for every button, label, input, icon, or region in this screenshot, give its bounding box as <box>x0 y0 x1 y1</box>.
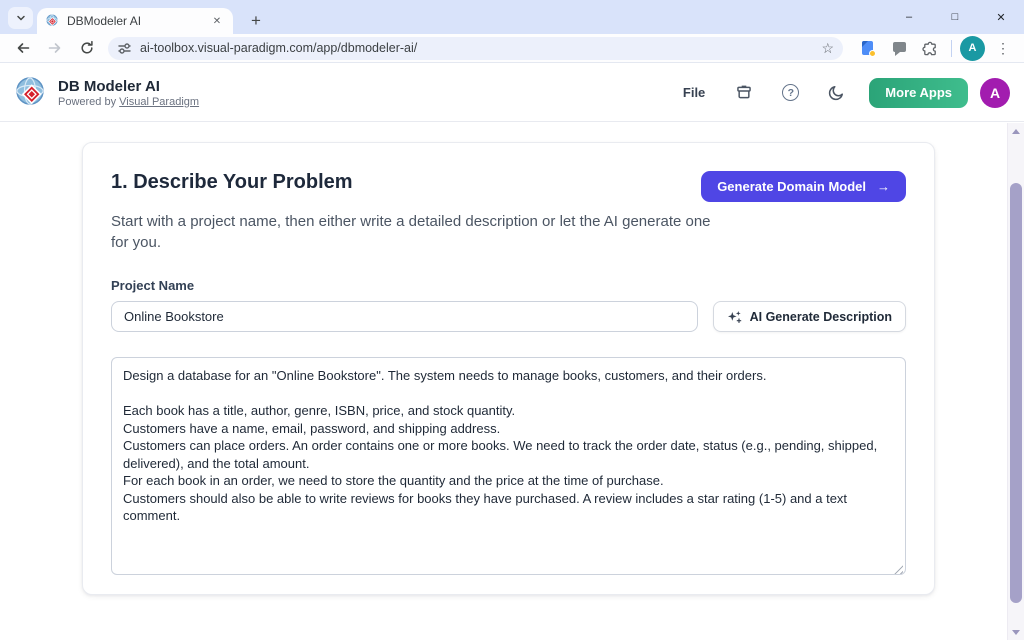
extension-shortcut-button[interactable] <box>855 35 881 61</box>
browser-toolbar: ai-toolbox.visual-paradigm.com/app/dbmod… <box>0 34 1024 63</box>
window-maximize-icon[interactable]: □ <box>932 0 978 34</box>
page-content: 1. Describe Your Problem Generate Domain… <box>0 123 1024 640</box>
chat-bubble-icon <box>893 42 906 55</box>
url-text[interactable]: ai-toolbox.visual-paradigm.com/app/dbmod… <box>140 41 821 55</box>
scrollbar-up-icon <box>1012 129 1020 134</box>
project-description-textarea[interactable]: Design a database for an "Online Booksto… <box>111 357 906 575</box>
window-close-icon[interactable]: ✕ <box>978 0 1024 34</box>
save-project-button[interactable] <box>735 84 753 102</box>
section-subtitle: Start with a project name, then either w… <box>111 211 711 253</box>
user-avatar[interactable]: A <box>980 78 1010 108</box>
tab-close-icon[interactable]: ✕ <box>209 13 225 29</box>
describe-problem-card: 1. Describe Your Problem Generate Domain… <box>82 142 935 595</box>
section-title: 1. Describe Your Problem <box>111 171 353 194</box>
tab-title: DBModeler AI <box>67 14 209 28</box>
forward-arrow-icon <box>47 40 63 56</box>
scrollbar-down-icon <box>1012 630 1020 635</box>
generate-domain-model-button[interactable]: Generate Domain Model → <box>701 171 906 202</box>
window-controls: – □ ✕ <box>886 0 1024 34</box>
chat-extension-button[interactable] <box>886 35 912 61</box>
window-minimize-icon[interactable]: – <box>886 0 932 34</box>
back-arrow-icon <box>15 40 31 56</box>
back-button[interactable] <box>10 35 36 61</box>
app-title-block: DB Modeler AI Powered by Visual Paradigm <box>58 78 199 108</box>
visual-paradigm-link[interactable]: Visual Paradigm <box>119 96 199 108</box>
help-icon: ? <box>782 84 799 101</box>
address-bar[interactable]: ai-toolbox.visual-paradigm.com/app/dbmod… <box>108 37 843 60</box>
scrollbar-up-button[interactable] <box>1008 123 1024 139</box>
archive-box-icon <box>735 84 753 102</box>
powered-by: Powered by Visual Paradigm <box>58 96 199 108</box>
sparkles-icon <box>727 310 742 324</box>
scrollbar-thumb[interactable] <box>1010 183 1022 603</box>
toolbar-separator <box>951 40 952 57</box>
new-tab-button[interactable]: + <box>243 8 269 34</box>
moon-icon <box>828 84 845 101</box>
browser-profile-avatar[interactable]: A <box>960 36 985 61</box>
app-header: DB Modeler AI Powered by Visual Paradigm… <box>0 64 1024 122</box>
file-menu[interactable]: File <box>683 85 705 100</box>
kebab-menu-icon: ⋮ <box>996 40 1010 57</box>
scrollbar-down-button[interactable] <box>1008 624 1024 640</box>
browser-titlebar: DBModeler AI ✕ + – □ ✕ <box>0 0 1024 34</box>
puzzle-piece-icon <box>922 40 939 57</box>
dark-mode-toggle[interactable] <box>828 84 845 101</box>
forward-button[interactable] <box>42 35 68 61</box>
app-name: DB Modeler AI <box>58 78 199 96</box>
extensions-button[interactable] <box>917 35 943 61</box>
bookmark-star-icon[interactable]: ☆ <box>821 41 834 55</box>
ai-generate-label: AI Generate Description <box>750 310 892 324</box>
project-name-input[interactable] <box>111 301 698 332</box>
more-apps-button[interactable]: More Apps <box>869 78 968 108</box>
refresh-icon <box>79 40 95 56</box>
browser-tab[interactable]: DBModeler AI ✕ <box>37 8 233 34</box>
blue-page-icon <box>862 41 875 56</box>
tab-search-button[interactable] <box>8 7 33 29</box>
help-button[interactable]: ? <box>782 84 799 101</box>
refresh-button[interactable] <box>74 35 100 61</box>
arrow-right-icon: → <box>877 179 890 194</box>
site-favicon <box>45 14 59 28</box>
browser-menu-button[interactable]: ⋮ <box>990 35 1016 61</box>
visual-paradigm-logo <box>14 76 48 110</box>
ai-generate-description-button[interactable]: AI Generate Description <box>713 301 906 332</box>
site-info-icon[interactable] <box>117 41 132 56</box>
project-name-label: Project Name <box>111 278 906 293</box>
chevron-down-icon <box>15 12 27 24</box>
generate-button-label: Generate Domain Model <box>717 179 866 194</box>
page-scrollbar[interactable] <box>1007 123 1024 640</box>
